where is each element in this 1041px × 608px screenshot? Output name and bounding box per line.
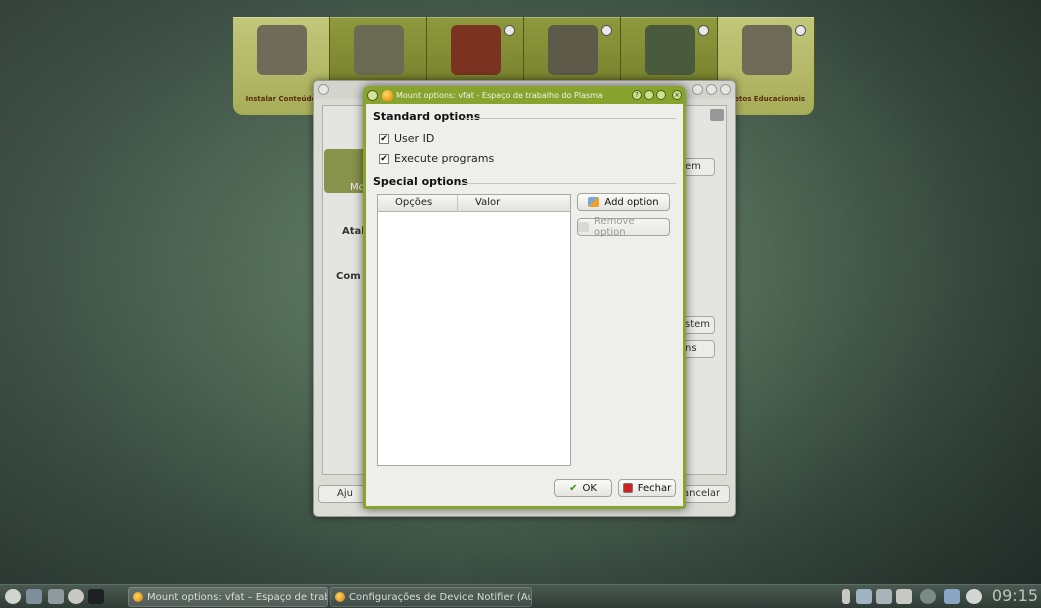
removable-device-icon[interactable] [856, 589, 872, 604]
bg-label-atal: Atal [342, 226, 365, 237]
close-icon [622, 483, 633, 493]
window-menu-icon[interactable] [318, 84, 329, 95]
device-notifier-icon [133, 592, 143, 602]
close-button[interactable]: Fechar [618, 479, 676, 497]
books-icon [451, 25, 501, 75]
close-icon[interactable]: × [672, 90, 682, 100]
help-icon[interactable]: ? [632, 90, 642, 100]
books-magnifier-icon [354, 25, 404, 75]
minimize-icon[interactable] [644, 90, 654, 100]
desktop-icon[interactable] [26, 589, 42, 604]
execute-programs-label: Execute programs [394, 152, 495, 165]
volume-icon[interactable] [896, 589, 912, 604]
user-id-label: User ID [394, 132, 435, 145]
check-icon: ✔ [569, 482, 578, 494]
terminal-icon[interactable] [88, 589, 104, 604]
maximize-icon[interactable] [656, 90, 666, 100]
column-header-value[interactable]: Valor [458, 195, 500, 211]
device-notifier-icon [382, 89, 393, 101]
help-button-label: Aju [337, 488, 353, 499]
task-label: Mount options: vfat – Espaço de traba [147, 592, 328, 603]
execute-programs-checkbox[interactable]: ✔ Execute programs [379, 152, 494, 165]
table-header: Opções Valor [378, 195, 570, 212]
task-device-notifier-settings[interactable]: Configurações de Device Notifier (Au [330, 587, 532, 607]
dialog-body: Standard options ✔ User ID ✔ Execute pro… [366, 104, 683, 506]
package-icon[interactable] [944, 589, 960, 604]
add-option-button[interactable]: Add option [577, 193, 670, 211]
help-icon[interactable] [692, 84, 703, 95]
application-launcher-icon[interactable] [5, 589, 21, 604]
special-options-heading: Special options [373, 175, 468, 188]
divider [460, 183, 676, 184]
add-option-label: Add option [604, 196, 659, 208]
drive-icon [710, 109, 724, 121]
info-icon[interactable] [920, 589, 936, 604]
clock[interactable]: 09:15 [992, 586, 1038, 605]
globe-icon [601, 25, 612, 36]
globe-icon [795, 25, 806, 36]
dialog-titlebar[interactable]: Mount options: vfat - Espaço de trabalho… [363, 86, 686, 104]
file-manager-icon[interactable] [48, 589, 64, 604]
ok-button[interactable]: ✔ OK [554, 479, 612, 497]
add-icon [588, 197, 600, 207]
close-label: Fechar [637, 482, 672, 494]
mount-options-dialog: Mount options: vfat - Espaço de trabalho… [363, 86, 686, 509]
network-icon[interactable] [876, 589, 892, 604]
checkbox-checked-icon[interactable]: ✔ [379, 153, 389, 164]
remove-option-button[interactable]: Remove option [577, 216, 670, 238]
globe-icon [698, 25, 709, 36]
dialog-title: Mount options: vfat - Espaço de trabalho… [396, 90, 603, 100]
standard-options-heading: Standard options [373, 110, 481, 123]
column-header-options[interactable]: Opções [378, 195, 458, 211]
task-label: Configurações de Device Notifier (Au [349, 592, 532, 603]
remove-option-label: Remove option [593, 216, 635, 238]
taskbar: Mount options: vfat – Espaço de traba Co… [0, 584, 1041, 608]
ok-label: OK [582, 482, 597, 494]
window-menu-icon[interactable] [367, 89, 378, 101]
educational-objects-icon [742, 25, 792, 75]
lifebuoy-icon[interactable] [966, 589, 982, 604]
device-notifier-icon [335, 592, 345, 602]
clapperboard-icon [548, 25, 598, 75]
install-content-icon [257, 25, 307, 75]
task-mount-options[interactable]: Mount options: vfat – Espaço de traba [128, 587, 328, 607]
remove-icon [578, 222, 589, 232]
help-button[interactable]: Aju [318, 485, 366, 503]
close-icon[interactable] [720, 84, 731, 95]
user-id-checkbox[interactable]: ✔ User ID [379, 132, 434, 145]
checkbox-checked-icon[interactable]: ✔ [379, 133, 389, 144]
globe-icon [504, 25, 515, 36]
blackboard-icon [645, 25, 695, 75]
browser-icon[interactable] [68, 589, 84, 604]
bg-label-comp: Com [336, 271, 361, 282]
divider [464, 118, 676, 119]
tray-arrow-icon[interactable] [842, 589, 850, 604]
minimize-icon[interactable] [706, 84, 717, 95]
special-options-table[interactable]: Opções Valor [377, 194, 571, 466]
